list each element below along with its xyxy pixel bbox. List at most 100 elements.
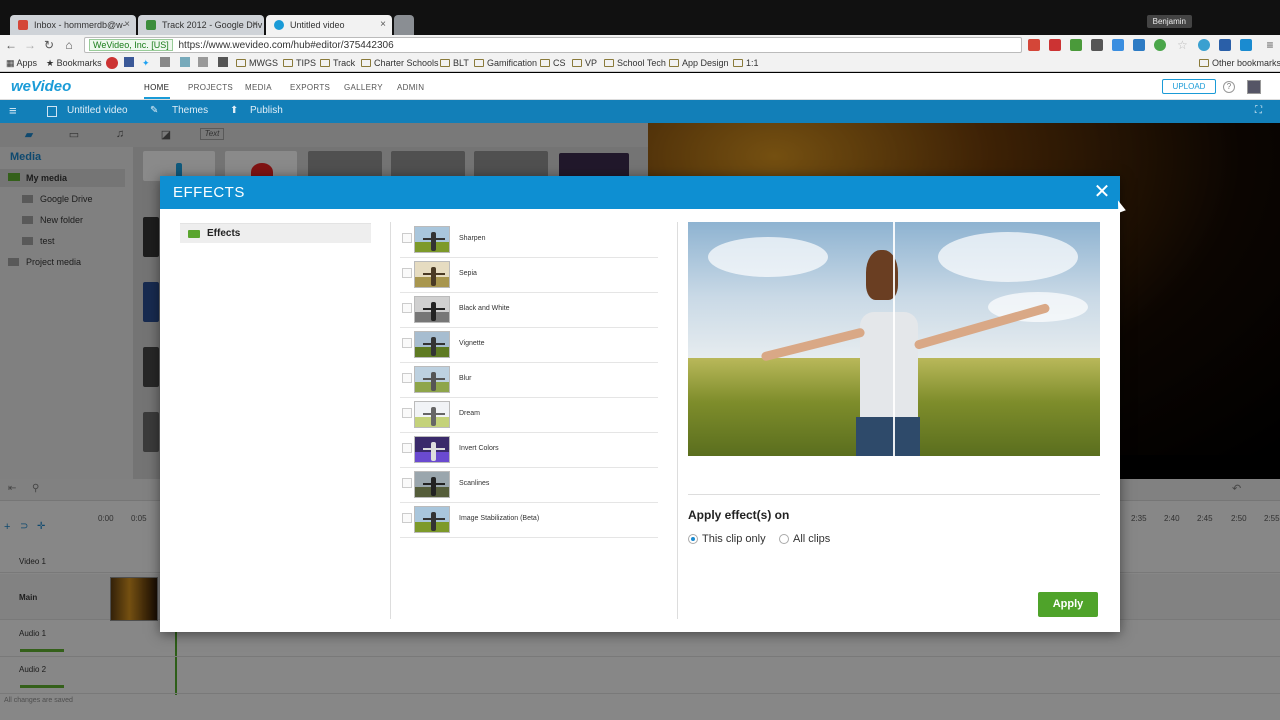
bookmark-icon[interactable] xyxy=(218,57,228,67)
bookmark-vp[interactable]: VP xyxy=(572,57,597,70)
radio-this-clip-only[interactable] xyxy=(688,534,698,544)
browser-tab-track[interactable]: Track 2012 - Google Driv × xyxy=(138,15,264,35)
gmail-extension-icon[interactable] xyxy=(1028,39,1040,51)
effect-row-blur[interactable]: Blur xyxy=(400,363,658,398)
profile-badge[interactable]: Benjamin xyxy=(1146,15,1192,28)
bookmark-bookmarks[interactable]: ★ Bookmarks xyxy=(46,57,102,70)
radio-label[interactable]: All clips xyxy=(793,533,830,545)
extension-icon[interactable] xyxy=(1049,39,1061,51)
bookmark-icon[interactable] xyxy=(160,57,170,67)
nav-exports[interactable]: EXPORTS xyxy=(290,83,330,92)
drive-extension-icon[interactable] xyxy=(1112,39,1124,51)
effect-checkbox[interactable] xyxy=(402,233,412,243)
extension-icon[interactable] xyxy=(1070,39,1082,51)
radio-all-clips[interactable] xyxy=(779,534,789,544)
extension-icon[interactable] xyxy=(1240,39,1252,51)
facebook-icon[interactable] xyxy=(124,57,134,67)
extension-icon[interactable] xyxy=(1198,39,1210,51)
close-icon[interactable]: × xyxy=(380,15,386,35)
nav-projects[interactable]: PROJECTS xyxy=(188,83,233,92)
publish-button[interactable]: Publish xyxy=(250,105,283,116)
nav-gallery[interactable]: GALLERY xyxy=(344,83,383,92)
upload-button[interactable]: UPLOAD xyxy=(1162,79,1216,94)
effect-row-vignette[interactable]: Vignette xyxy=(400,328,658,363)
comparison-divider[interactable] xyxy=(893,222,895,456)
reload-icon[interactable]: ↻ xyxy=(41,37,57,53)
category-effects[interactable]: Effects xyxy=(180,223,371,243)
browser-tab-untitled-video[interactable]: Untitled video × xyxy=(266,15,392,35)
extension-icon[interactable] xyxy=(1133,39,1145,51)
calendar-icon[interactable] xyxy=(1219,39,1231,51)
nav-media[interactable]: MEDIA xyxy=(245,83,272,92)
modal-title: EFFECTS xyxy=(173,184,245,201)
effect-thumbnail xyxy=(414,471,450,498)
themes-button[interactable]: Themes xyxy=(172,105,208,116)
effect-row-image-stabilization[interactable]: Image Stabilization (Beta) xyxy=(400,503,658,538)
effect-checkbox[interactable] xyxy=(402,478,412,488)
pocket-icon[interactable] xyxy=(1091,39,1103,51)
nav-admin[interactable]: ADMIN xyxy=(397,83,424,92)
effect-thumbnail xyxy=(414,436,450,463)
fullscreen-icon[interactable]: ⛶ xyxy=(1255,105,1262,116)
extension-icon[interactable] xyxy=(1154,39,1166,51)
bookmark-track[interactable]: Track xyxy=(320,57,355,70)
effect-checkbox[interactable] xyxy=(402,373,412,383)
app-nav: weVideo HOME PROJECTS MEDIA EXPORTS GALL… xyxy=(0,73,1280,100)
effects-modal: EFFECTS ✕ Effects Sharpen Sepia Black an… xyxy=(160,176,1120,632)
effect-checkbox[interactable] xyxy=(402,338,412,348)
folder-icon xyxy=(320,59,330,67)
new-tab-button[interactable] xyxy=(394,15,414,35)
help-icon[interactable]: ? xyxy=(1223,81,1235,93)
bookmark-icon[interactable] xyxy=(198,57,208,67)
close-icon[interactable]: × xyxy=(252,15,258,35)
effect-checkbox[interactable] xyxy=(402,303,412,313)
effect-checkbox[interactable] xyxy=(402,443,412,453)
avatar[interactable] xyxy=(1247,80,1261,94)
wevideo-logo[interactable]: weVideo xyxy=(11,78,71,95)
bookmark-charter-schools[interactable]: Charter Schools xyxy=(361,57,439,70)
effect-checkbox[interactable] xyxy=(402,268,412,278)
bookmark-apps[interactable]: ▦ Apps xyxy=(6,57,37,70)
twitter-icon[interactable]: ✦ xyxy=(142,57,150,70)
effect-thumbnail xyxy=(414,506,450,533)
browser-toolbar: ← → ↻ ⌂ WeVideo, Inc. [US] https://www.w… xyxy=(0,35,1280,55)
effect-row-invert-colors[interactable]: Invert Colors xyxy=(400,433,658,468)
folder-icon xyxy=(188,230,200,238)
bookmark-icon[interactable] xyxy=(180,57,190,67)
bookmark-cs[interactable]: CS xyxy=(540,57,566,70)
bookmark-mwgs[interactable]: MWGS xyxy=(236,57,278,70)
close-icon[interactable]: ✕ xyxy=(1091,181,1113,203)
forward-icon[interactable]: → xyxy=(22,37,38,53)
effect-row-sharpen[interactable]: Sharpen xyxy=(400,223,658,258)
menu-icon[interactable]: ≡ xyxy=(1262,37,1278,53)
tab-title: Inbox - hommerdb@w- xyxy=(34,20,126,30)
effect-label: Sharpen xyxy=(459,235,486,242)
nav-home[interactable]: HOME xyxy=(144,83,169,92)
browser-tab-inbox[interactable]: Inbox - hommerdb@w- × xyxy=(10,15,136,35)
address-bar[interactable]: WeVideo, Inc. [US] https://www.wevideo.c… xyxy=(84,37,1022,53)
bookmark-blt[interactable]: BLT xyxy=(440,57,469,70)
bookmark-other[interactable]: Other bookmarks xyxy=(1199,57,1280,70)
bookmark-1-1[interactable]: 1:1 xyxy=(733,57,759,70)
bookmark-app-design[interactable]: App Design xyxy=(669,57,729,70)
apply-button[interactable]: Apply xyxy=(1038,592,1098,617)
effect-checkbox[interactable] xyxy=(402,408,412,418)
folder-icon xyxy=(474,59,484,67)
extension-bookmark-icon[interactable] xyxy=(106,57,118,69)
star-icon[interactable]: ☆ xyxy=(1177,39,1189,51)
bookmark-school-tech[interactable]: School Tech xyxy=(604,57,666,70)
close-icon[interactable]: × xyxy=(124,15,130,35)
effect-row-dream[interactable]: Dream xyxy=(400,398,658,433)
bookmark-gamification[interactable]: Gamification xyxy=(474,57,537,70)
home-icon[interactable]: ⌂ xyxy=(61,37,77,53)
radio-label[interactable]: This clip only xyxy=(702,533,766,545)
effect-row-black-and-white[interactable]: Black and White xyxy=(400,293,658,328)
project-title[interactable]: Untitled video xyxy=(67,105,128,116)
effect-checkbox[interactable] xyxy=(402,513,412,523)
effect-row-sepia[interactable]: Sepia xyxy=(400,258,658,293)
effect-row-scanlines[interactable]: Scanlines xyxy=(400,468,658,503)
tab-title: Track 2012 - Google Driv xyxy=(162,20,263,30)
hamburger-menu-icon[interactable]: ≡ xyxy=(9,103,17,118)
bookmark-tips[interactable]: TIPS xyxy=(283,57,316,70)
back-icon[interactable]: ← xyxy=(3,37,19,53)
